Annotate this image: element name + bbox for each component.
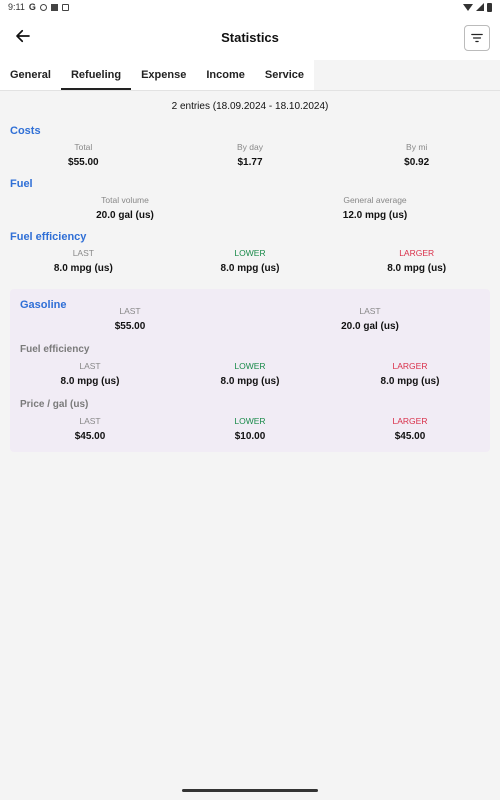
stat-label-lower: LOWER [234,416,266,426]
section-title-gasoline: Gasoline [20,299,67,311]
divider [0,90,500,91]
gasoline-price-row: LAST $45.00 LOWER $10.00 LARGER $45.00 [10,415,490,442]
fuel-row: Total volume 20.0 gal (us) General avera… [0,194,500,221]
stat-value: 8.0 mpg (us) [220,263,280,274]
stat-value: $45.00 [74,431,106,442]
stat-cell: Total volume 20.0 gal (us) [0,194,250,221]
shield-icon [39,3,47,11]
stat-cell: LOWER 8.0 mpg (us) [167,247,334,274]
stat-cell: LOWER 8.0 mpg (us) [170,360,330,387]
sim-icon [50,3,58,11]
app-bar: Statistics [0,14,500,60]
status-right [463,2,492,12]
signal-icon [476,3,484,11]
battery-icon [487,2,492,12]
stat-value: $1.77 [237,157,263,168]
stat-cell: LAST 8.0 mpg (us) [0,247,167,274]
stat-label-last: LAST [79,416,101,426]
stat-label: Total [74,142,93,152]
stat-cell: General average 12.0 mpg (us) [250,194,500,221]
filter-icon [471,33,483,43]
stat-cell: LAST 20.0 gal (us) [250,305,490,332]
stat-cell: LAST $55.00 [10,305,250,332]
notification-icon [61,3,69,11]
tab-bar: General Refueling Expense Income Service [0,60,500,90]
stat-label: By mi [406,142,428,152]
stat-label-larger: LARGER [392,361,428,371]
status-time: 9:11 [8,2,25,12]
stat-value: 12.0 mpg (us) [342,210,408,221]
stat-value: $45.00 [394,431,426,442]
google-icon: G [28,2,36,12]
stat-label-last: LAST [119,306,141,316]
stat-value: 20.0 gal (us) [341,321,399,332]
stat-cell: Total $55.00 [0,141,167,168]
tab-refueling[interactable]: Refueling [60,60,132,90]
gasoline-card: Gasoline LAST $55.00 LAST 20.0 gal (us) … [10,289,490,452]
stat-label: By day [237,142,263,152]
tab-income[interactable]: Income [196,60,255,90]
status-bar: 9:11 G [0,0,500,14]
stat-label: General average [343,195,407,205]
gasoline-fuel-efficiency-row: LAST 8.0 mpg (us) LOWER 8.0 mpg (us) LAR… [10,360,490,387]
stat-label-last: LAST [359,306,381,316]
stat-value: 8.0 mpg (us) [380,376,440,387]
page-title: Statistics [221,29,279,45]
filter-button[interactable] [464,25,490,51]
stat-value: 20.0 gal (us) [96,210,154,221]
stat-label-larger: LARGER [392,416,428,426]
stat-cell: LAST $45.00 [10,415,170,442]
stat-cell: LOWER $10.00 [170,415,330,442]
stat-value: 8.0 mpg (us) [220,376,280,387]
stat-label-larger: LARGER [399,248,435,258]
stat-cell: LAST 8.0 mpg (us) [10,360,170,387]
stat-value: $10.00 [234,431,266,442]
stat-cell: LARGER 8.0 mpg (us) [333,247,500,274]
entries-summary: 2 entries (18.09.2024 - 18.10.2024) [171,101,329,112]
stat-value: $55.00 [68,157,99,168]
tab-list: General Refueling Expense Income Service [0,60,315,90]
costs-row: Total $55.00 By day $1.77 By mi $0.92 [0,141,500,168]
stat-cell: By mi $0.92 [333,141,500,168]
tab-service[interactable]: Service [255,60,314,90]
tab-general[interactable]: General [0,60,61,90]
subsection-title-price: Price / gal (us) [20,399,89,410]
status-left: 9:11 G [8,2,69,12]
fuel-efficiency-row: LAST 8.0 mpg (us) LOWER 8.0 mpg (us) LAR… [0,247,500,274]
stat-label-last: LAST [79,361,101,371]
stat-value: $55.00 [114,321,146,332]
section-title-fuel-efficiency: Fuel efficiency [10,231,87,243]
section-title-costs: Costs [10,125,41,137]
stat-label-lower: LOWER [234,248,266,258]
stat-value: 8.0 mpg (us) [387,263,447,274]
stat-label-lower: LOWER [234,361,266,371]
stat-label-last: LAST [72,248,94,258]
stat-cell: LARGER 8.0 mpg (us) [330,360,490,387]
back-button[interactable] [10,23,36,49]
stat-cell: By day $1.77 [167,141,334,168]
stat-label: Total volume [101,195,149,205]
section-title-fuel: Fuel [10,178,33,190]
stat-value: $0.92 [404,157,430,168]
gasoline-row: LAST $55.00 LAST 20.0 gal (us) [10,305,490,332]
subsection-title-fuel-efficiency: Fuel efficiency [20,344,90,355]
stat-value: 8.0 mpg (us) [60,376,120,387]
arrow-left-icon [16,29,30,43]
home-indicator[interactable] [182,789,318,792]
stat-value: 8.0 mpg (us) [53,263,113,274]
wifi-icon [463,3,473,11]
tab-expense[interactable]: Expense [131,60,196,90]
stat-cell: LARGER $45.00 [330,415,490,442]
